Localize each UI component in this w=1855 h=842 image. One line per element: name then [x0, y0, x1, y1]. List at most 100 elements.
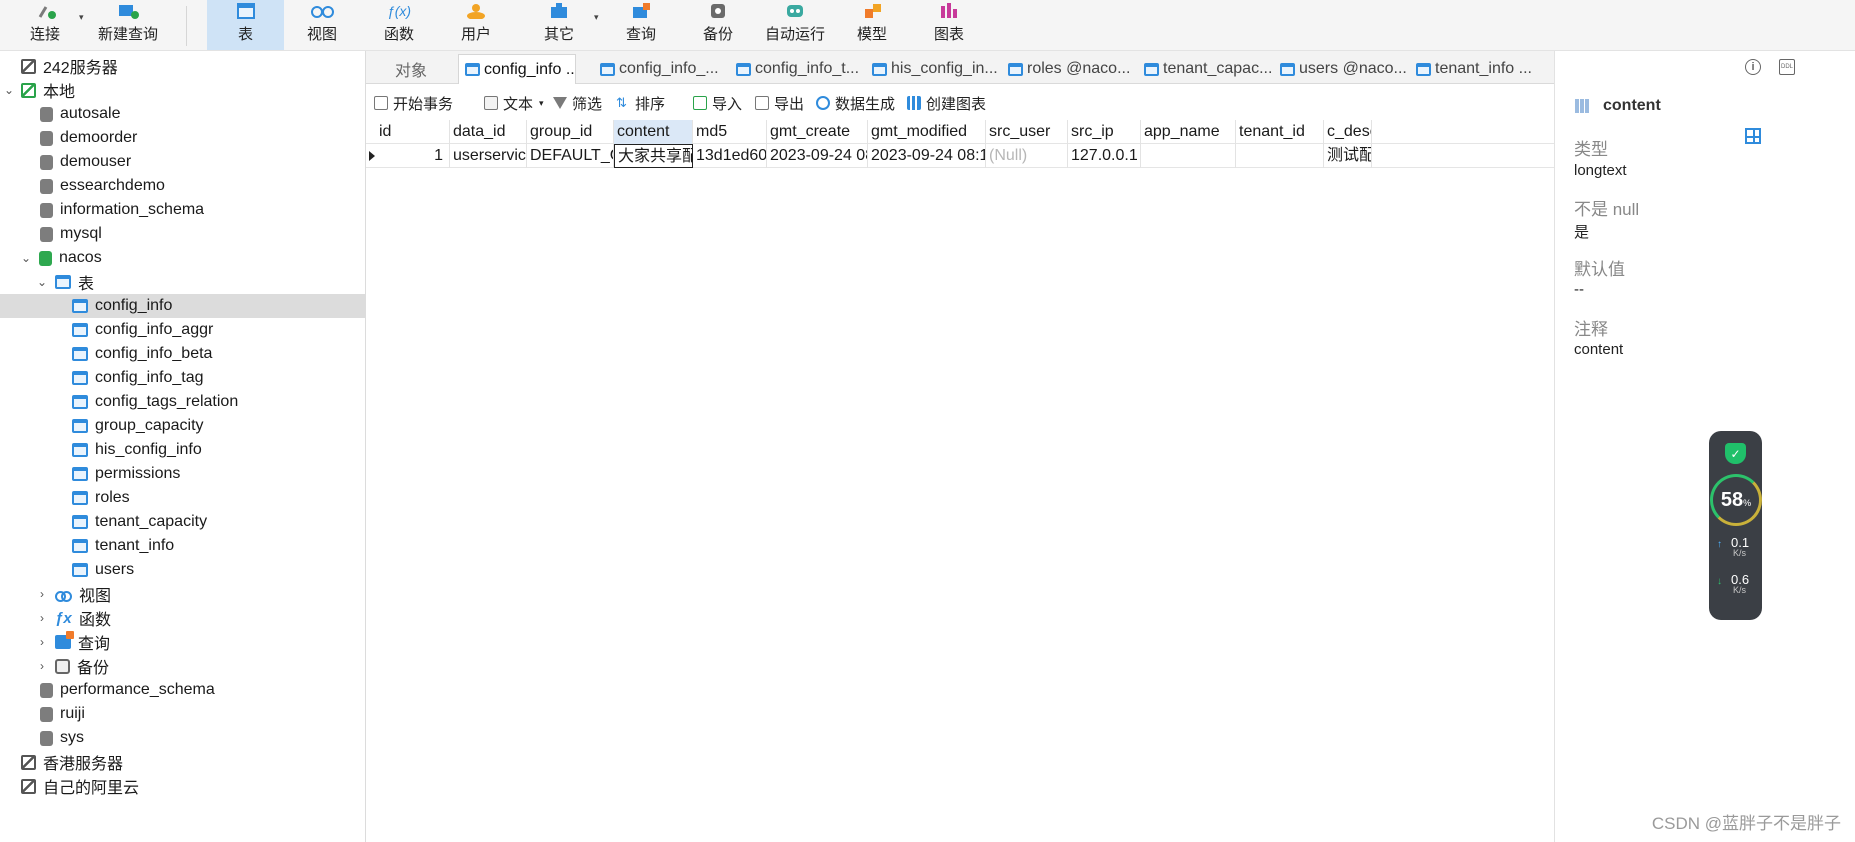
cell-src-user[interactable]: (Null): [986, 144, 1068, 168]
toolbar-view-button[interactable]: 视图: [292, 0, 352, 50]
toolbar-new-query-button[interactable]: 新建查询: [92, 0, 164, 50]
tab-config-info-2[interactable]: config_info_...: [594, 54, 728, 84]
sort-button[interactable]: ⇅ 排序: [616, 92, 665, 114]
toolbar-user-button[interactable]: 用户: [446, 0, 506, 50]
cell-gmt-create[interactable]: 2023-09-24 08:18:0: [767, 144, 868, 168]
tree-db-performance-schema[interactable]: performance_schema: [0, 678, 365, 702]
tab-objects[interactable]: 对象: [366, 54, 456, 84]
tree-folder-views[interactable]: › 视图: [0, 582, 365, 606]
tree-db-essearchdemo[interactable]: essearchdemo: [0, 174, 365, 198]
tree-connection-local[interactable]: ⌄ 本地: [0, 78, 365, 102]
tree-db-mysql[interactable]: mysql: [0, 222, 365, 246]
toolbar-auto-run-button[interactable]: 自动运行: [757, 0, 833, 50]
cell-gmt-modified[interactable]: 2023-09-24 08:18:0: [868, 144, 986, 168]
tree-db-sys[interactable]: sys: [0, 726, 365, 750]
tree-table-config-info-beta[interactable]: config_info_beta: [0, 342, 365, 366]
tree-table-config-tags-relation[interactable]: config_tags_relation: [0, 390, 365, 414]
text-view-button[interactable]: 文本 ▾: [484, 92, 544, 114]
tree-table-roles[interactable]: roles: [0, 486, 365, 510]
chevron-right-icon[interactable]: ›: [35, 635, 49, 649]
column-header-gmt-modified[interactable]: gmt_modified: [868, 120, 986, 144]
column-header-app-name[interactable]: app_name: [1141, 120, 1236, 144]
tree-db-autosale[interactable]: autosale: [0, 102, 365, 126]
table-row[interactable]: 1 userservice DEFAULT_GROUP 大家共享配置 13d1e…: [366, 144, 1554, 168]
column-header-group-id[interactable]: group_id: [527, 120, 614, 144]
tab-config-info-tag[interactable]: config_info_t...: [730, 54, 864, 84]
toolbar-chart-button[interactable]: 图表: [919, 0, 979, 50]
cell-id[interactable]: 1: [376, 144, 450, 168]
tree-folder-functions[interactable]: › ƒx 函数: [0, 606, 365, 630]
tree-table-group-capacity[interactable]: group_capacity: [0, 414, 365, 438]
tab-config-info[interactable]: config_info ...: [458, 54, 576, 84]
tree-table-users[interactable]: users: [0, 558, 365, 582]
column-header-src-ip[interactable]: src_ip: [1068, 120, 1141, 144]
tree-connection-242[interactable]: 242服务器: [0, 54, 365, 78]
tree-db-demoorder[interactable]: demoorder: [0, 126, 365, 150]
tree-folder-tables[interactable]: ⌄ 表: [0, 270, 365, 294]
tree-db-demouser[interactable]: demouser: [0, 150, 365, 174]
chevron-down-icon[interactable]: ⌄: [35, 275, 49, 289]
tree-table-config-info-aggr[interactable]: config_info_aggr: [0, 318, 365, 342]
chevron-right-icon[interactable]: ›: [35, 587, 49, 601]
tree-db-information-schema[interactable]: information_schema: [0, 198, 365, 222]
network-monitor-widget[interactable]: ✓ 58% ↑ 0.1 K/s ↓ 0.6 K/s: [1709, 431, 1762, 620]
toolbar-connect-button[interactable]: 连接: [18, 0, 72, 50]
column-header-src-user[interactable]: src_user: [986, 120, 1068, 144]
info-icon[interactable]: i: [1745, 59, 1761, 75]
grid-layout-icon[interactable]: [1745, 128, 1761, 144]
create-chart-button[interactable]: 创建图表: [907, 92, 986, 114]
table-icon: [872, 62, 887, 76]
column-header-md5[interactable]: md5: [693, 120, 767, 144]
ddl-icon[interactable]: DDL: [1779, 59, 1795, 75]
cell-app-name[interactable]: [1141, 144, 1236, 168]
cell-group-id[interactable]: DEFAULT_GROUP: [527, 144, 614, 168]
tree-connection-aliyun[interactable]: 自己的阿里云: [0, 774, 365, 798]
tree-table-his-config-info[interactable]: his_config_info: [0, 438, 365, 462]
toolbar-backup-button[interactable]: 备份: [688, 0, 748, 50]
tree-table-tenant-capacity[interactable]: tenant_capacity: [0, 510, 365, 534]
import-button[interactable]: 导入: [693, 92, 742, 114]
toolbar-query-button[interactable]: 查询: [611, 0, 671, 50]
chevron-right-icon[interactable]: ›: [35, 611, 49, 625]
tab-roles[interactable]: roles @naco...: [1002, 54, 1136, 84]
tab-tenant-info[interactable]: tenant_info ...: [1410, 54, 1544, 84]
begin-transaction-button[interactable]: 开始事务: [374, 92, 453, 114]
tab-his-config-info[interactable]: his_config_in...: [866, 54, 1000, 84]
toolbar-function-button[interactable]: ƒ(x) 函数: [369, 0, 429, 50]
cell-data-id[interactable]: userservice: [450, 144, 527, 168]
tree-table-config-info[interactable]: config_info: [0, 294, 365, 318]
column-header-gmt-create[interactable]: gmt_create: [767, 120, 868, 144]
toolbar-table-button[interactable]: 表: [207, 0, 284, 50]
cell-md5[interactable]: 13d1ed609: [693, 144, 767, 168]
export-button[interactable]: 导出: [755, 92, 804, 114]
chevron-right-icon[interactable]: ›: [35, 659, 49, 673]
other-dropdown-arrow-icon[interactable]: ▾: [594, 12, 599, 23]
data-generation-button[interactable]: 数据生成: [816, 92, 895, 114]
chevron-down-icon[interactable]: ⌄: [19, 251, 33, 265]
type-label: 类型: [1574, 140, 1608, 159]
tree-folder-backups[interactable]: › 备份: [0, 654, 365, 678]
connect-dropdown-arrow-icon[interactable]: ▾: [79, 12, 84, 23]
cell-tenant-id[interactable]: [1236, 144, 1324, 168]
tree-table-tenant-info[interactable]: tenant_info: [0, 534, 365, 558]
tree-folder-queries[interactable]: › 查询: [0, 630, 365, 654]
cell-src-ip[interactable]: 127.0.0.1: [1068, 144, 1141, 168]
cell-content[interactable]: 大家共享配置: [614, 144, 693, 168]
column-header-content[interactable]: content: [614, 120, 693, 144]
column-header-data-id[interactable]: data_id: [450, 120, 527, 144]
tree-connection-hongkong[interactable]: 香港服务器: [0, 750, 365, 774]
tree-table-permissions[interactable]: permissions: [0, 462, 365, 486]
tab-tenant-capacity[interactable]: tenant_capac...: [1138, 54, 1272, 84]
chevron-down-icon[interactable]: ⌄: [2, 83, 16, 97]
column-header-c-desc[interactable]: c_desc: [1324, 120, 1372, 144]
column-header-id[interactable]: id: [376, 120, 450, 144]
tree-db-nacos[interactable]: ⌄ nacos: [0, 246, 365, 270]
toolbar-other-button[interactable]: 其它: [529, 0, 589, 50]
tree-db-ruiji[interactable]: ruiji: [0, 702, 365, 726]
toolbar-model-button[interactable]: 模型: [842, 0, 902, 50]
tab-users[interactable]: users @naco...: [1274, 54, 1408, 84]
cell-c-desc[interactable]: 测试配: [1324, 144, 1372, 168]
column-header-tenant-id[interactable]: tenant_id: [1236, 120, 1324, 144]
tree-table-config-info-tag[interactable]: config_info_tag: [0, 366, 365, 390]
filter-button[interactable]: 筛选: [553, 92, 602, 114]
